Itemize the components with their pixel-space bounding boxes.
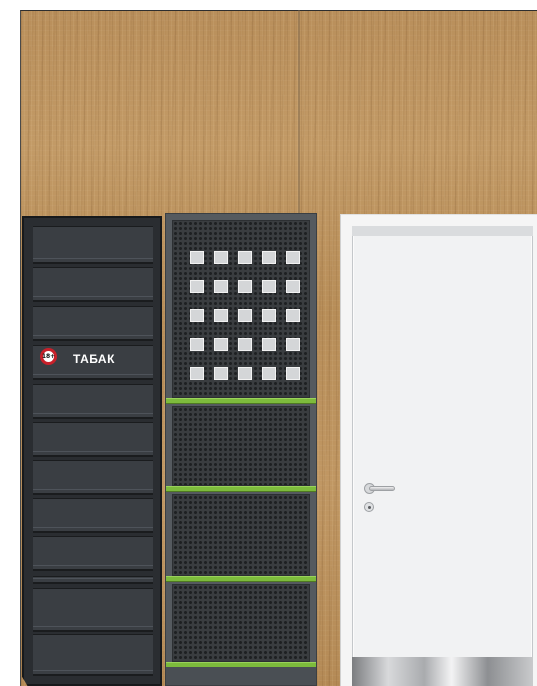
tobacco-sign-label: ТАБАК	[73, 352, 115, 366]
peg-hook[interactable]	[262, 309, 276, 322]
age-restriction-icon: 18+	[40, 348, 57, 365]
cabinet-drawer[interactable]	[33, 536, 153, 571]
pegboard-panel	[172, 584, 310, 662]
peg-hook[interactable]	[286, 251, 300, 264]
door-kick-plate	[352, 657, 533, 686]
peg-hook[interactable]	[190, 367, 204, 380]
peg-hook[interactable]	[286, 280, 300, 293]
cabinet-lower-drawer[interactable]	[33, 634, 153, 676]
green-shelf	[166, 398, 316, 404]
peg-hook[interactable]	[238, 280, 252, 293]
peg-hook[interactable]	[214, 367, 228, 380]
peg-hook[interactable]	[286, 338, 300, 351]
peg-hook[interactable]	[238, 338, 252, 351]
peg-hook[interactable]	[190, 338, 204, 351]
cabinet-drawer[interactable]	[33, 226, 153, 264]
keyhole-icon	[364, 502, 374, 512]
peg-hook[interactable]	[214, 338, 228, 351]
perforated-display-rack	[165, 213, 317, 686]
white-door[interactable]	[352, 226, 533, 686]
tobacco-cabinet	[22, 216, 162, 686]
pegboard-panel	[172, 220, 310, 398]
peg-hook[interactable]	[190, 280, 204, 293]
peg-hook[interactable]	[238, 367, 252, 380]
peg-hook[interactable]	[286, 309, 300, 322]
peg-hooks	[190, 251, 300, 380]
cabinet-drawer[interactable]	[33, 384, 153, 419]
pegboard-panel	[172, 494, 310, 576]
peg-hook[interactable]	[190, 251, 204, 264]
cabinet-divider	[33, 576, 153, 584]
green-shelf	[166, 486, 316, 492]
peg-hook[interactable]	[214, 251, 228, 264]
cabinet-drawer[interactable]	[33, 460, 153, 495]
peg-hook[interactable]	[262, 338, 276, 351]
peg-hook[interactable]	[238, 309, 252, 322]
door-handle[interactable]	[369, 486, 395, 491]
peg-hook[interactable]	[190, 309, 204, 322]
cabinet-drawer[interactable]	[33, 306, 153, 341]
peg-hook[interactable]	[238, 251, 252, 264]
pegboard-panel	[172, 406, 310, 486]
wall-seam	[298, 10, 300, 215]
peg-hook[interactable]	[262, 280, 276, 293]
cabinet-drawer[interactable]	[33, 422, 153, 457]
cabinet-drawer[interactable]	[33, 267, 153, 302]
peg-hook[interactable]	[262, 251, 276, 264]
display-base	[166, 667, 316, 685]
peg-hook[interactable]	[262, 367, 276, 380]
door-top-edge	[352, 226, 533, 236]
cabinet-lower-drawer[interactable]	[33, 588, 153, 632]
peg-hook[interactable]	[286, 367, 300, 380]
cabinet-drawer[interactable]	[33, 498, 153, 533]
green-shelf	[166, 576, 316, 582]
peg-hook[interactable]	[214, 309, 228, 322]
peg-hook[interactable]	[214, 280, 228, 293]
